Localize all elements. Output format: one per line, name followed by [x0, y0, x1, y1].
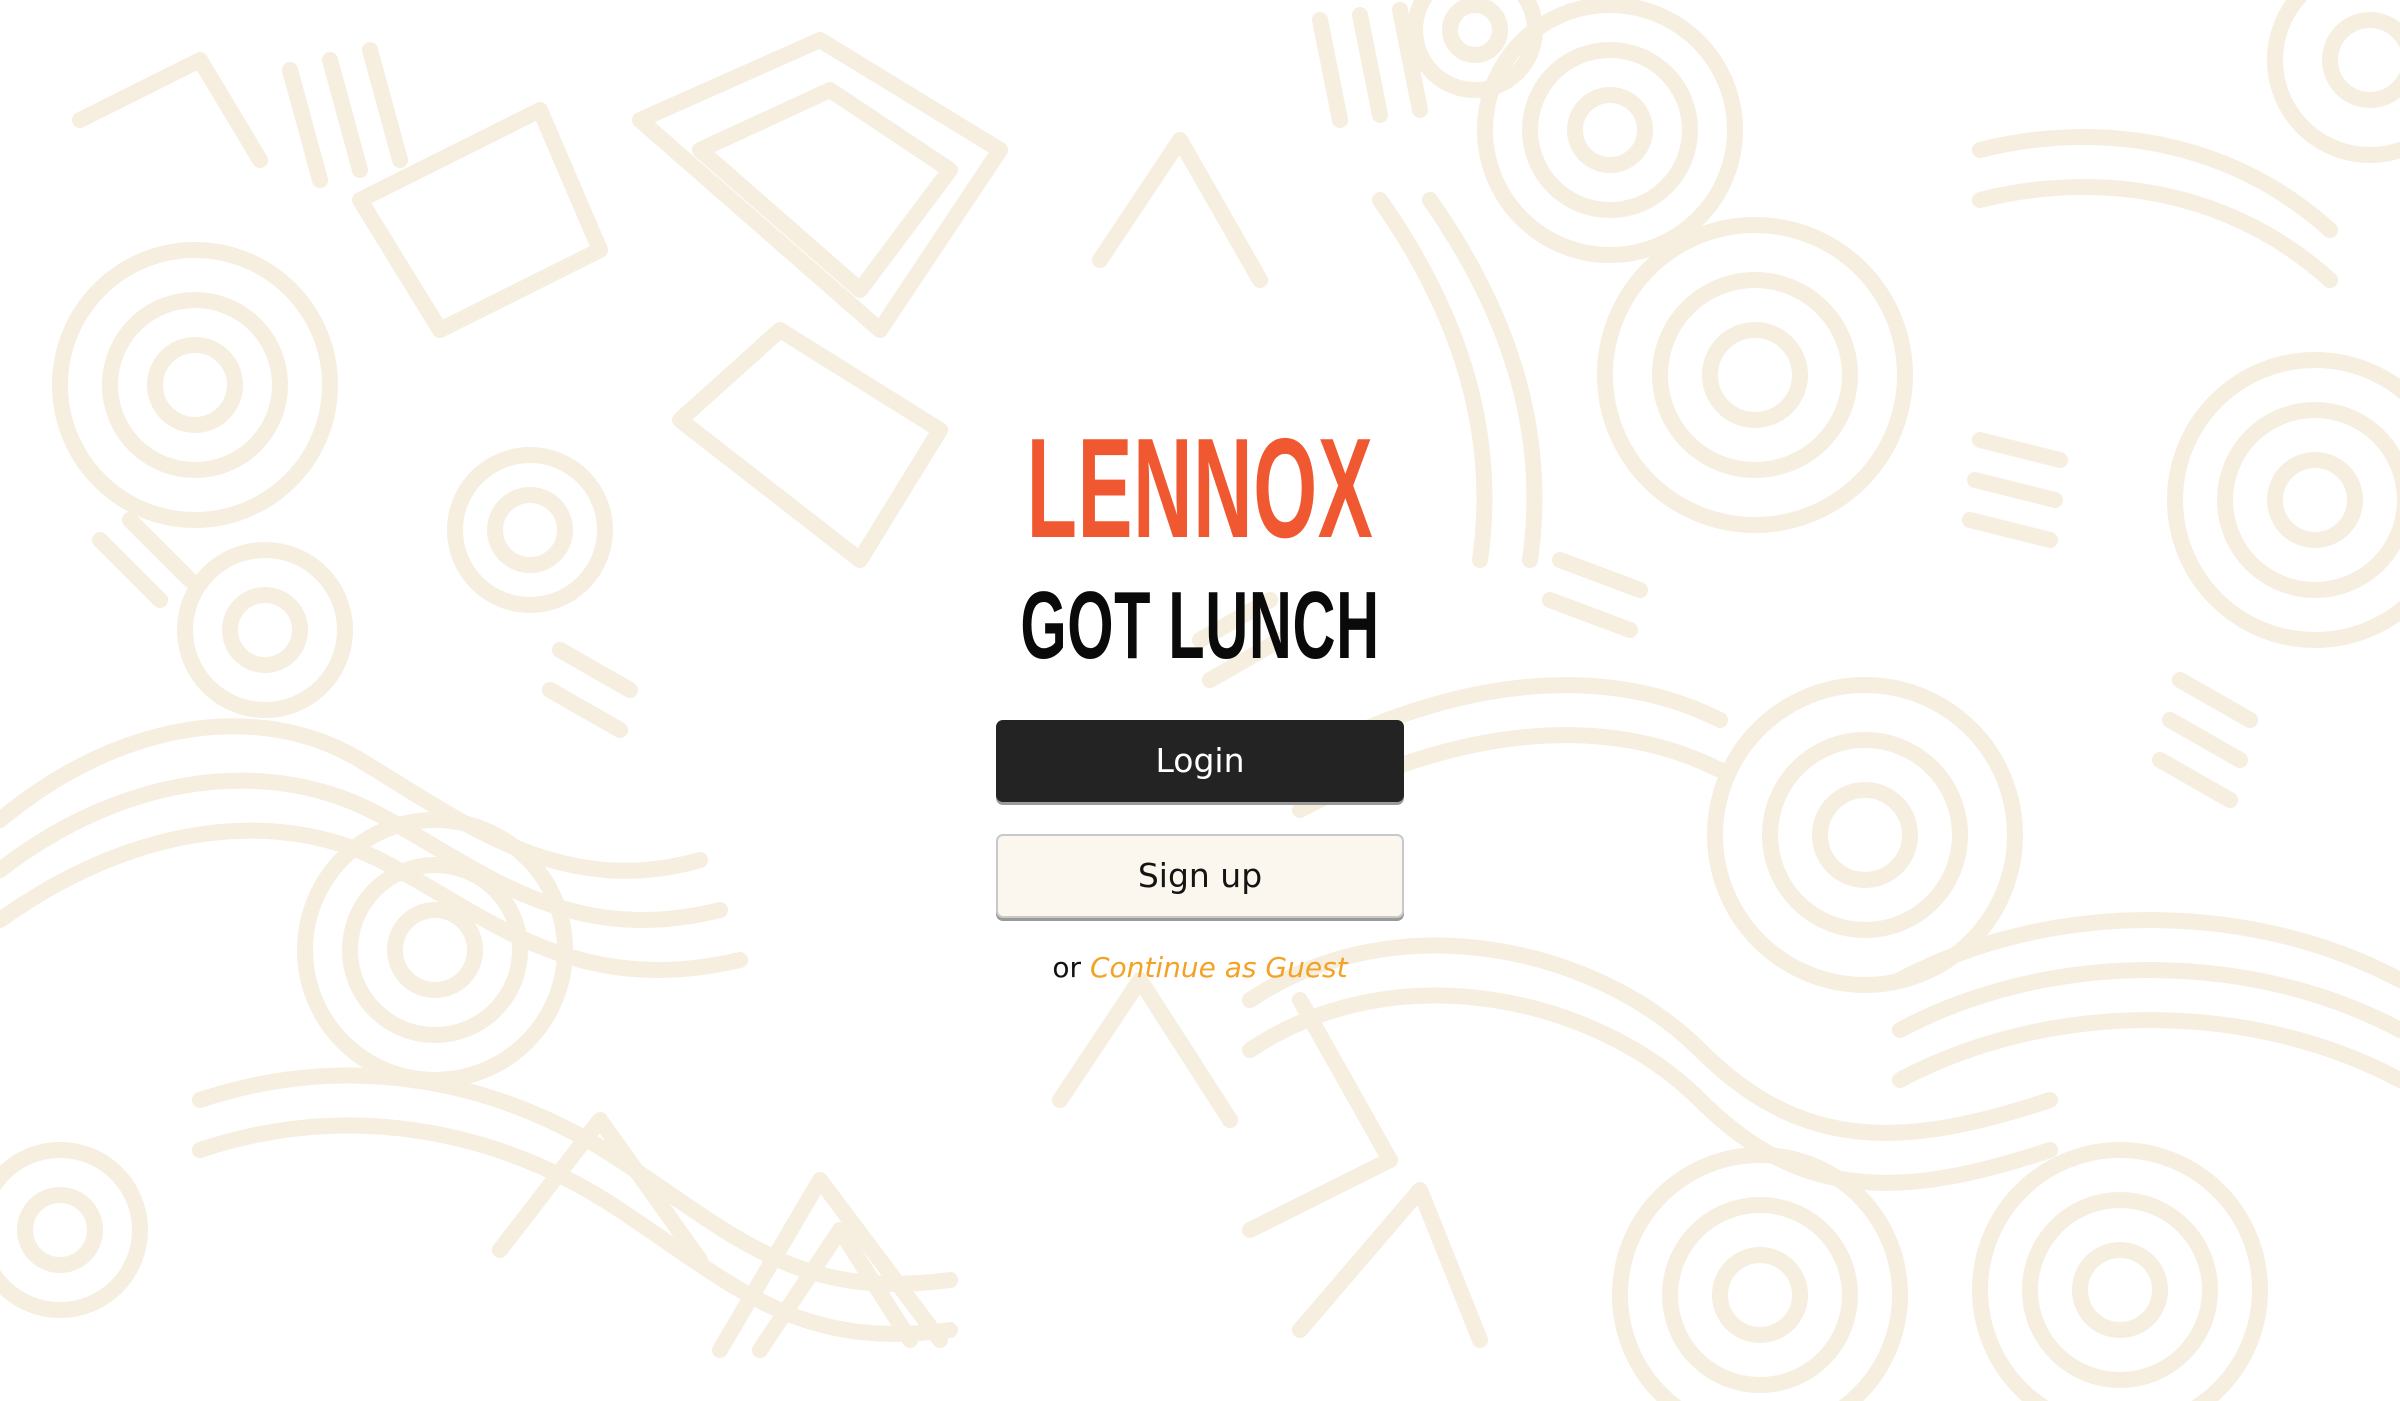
brand-name: LENNOX	[1026, 409, 1374, 568]
landing-screen: LENNOX GOT LUNCH Login Sign up or Contin…	[0, 0, 2400, 1401]
login-button[interactable]: Login	[996, 720, 1404, 802]
continue-as-guest-link[interactable]: Continue as Guest	[1090, 951, 1348, 984]
guest-row: or Continue as Guest	[900, 948, 1500, 988]
signup-button[interactable]: Sign up	[996, 834, 1404, 918]
brand-tagline: GOT LUNCH	[1020, 572, 1380, 679]
or-text: or	[1052, 951, 1082, 984]
login-panel: LENNOX GOT LUNCH Login Sign up or Contin…	[0, 0, 2400, 1401]
